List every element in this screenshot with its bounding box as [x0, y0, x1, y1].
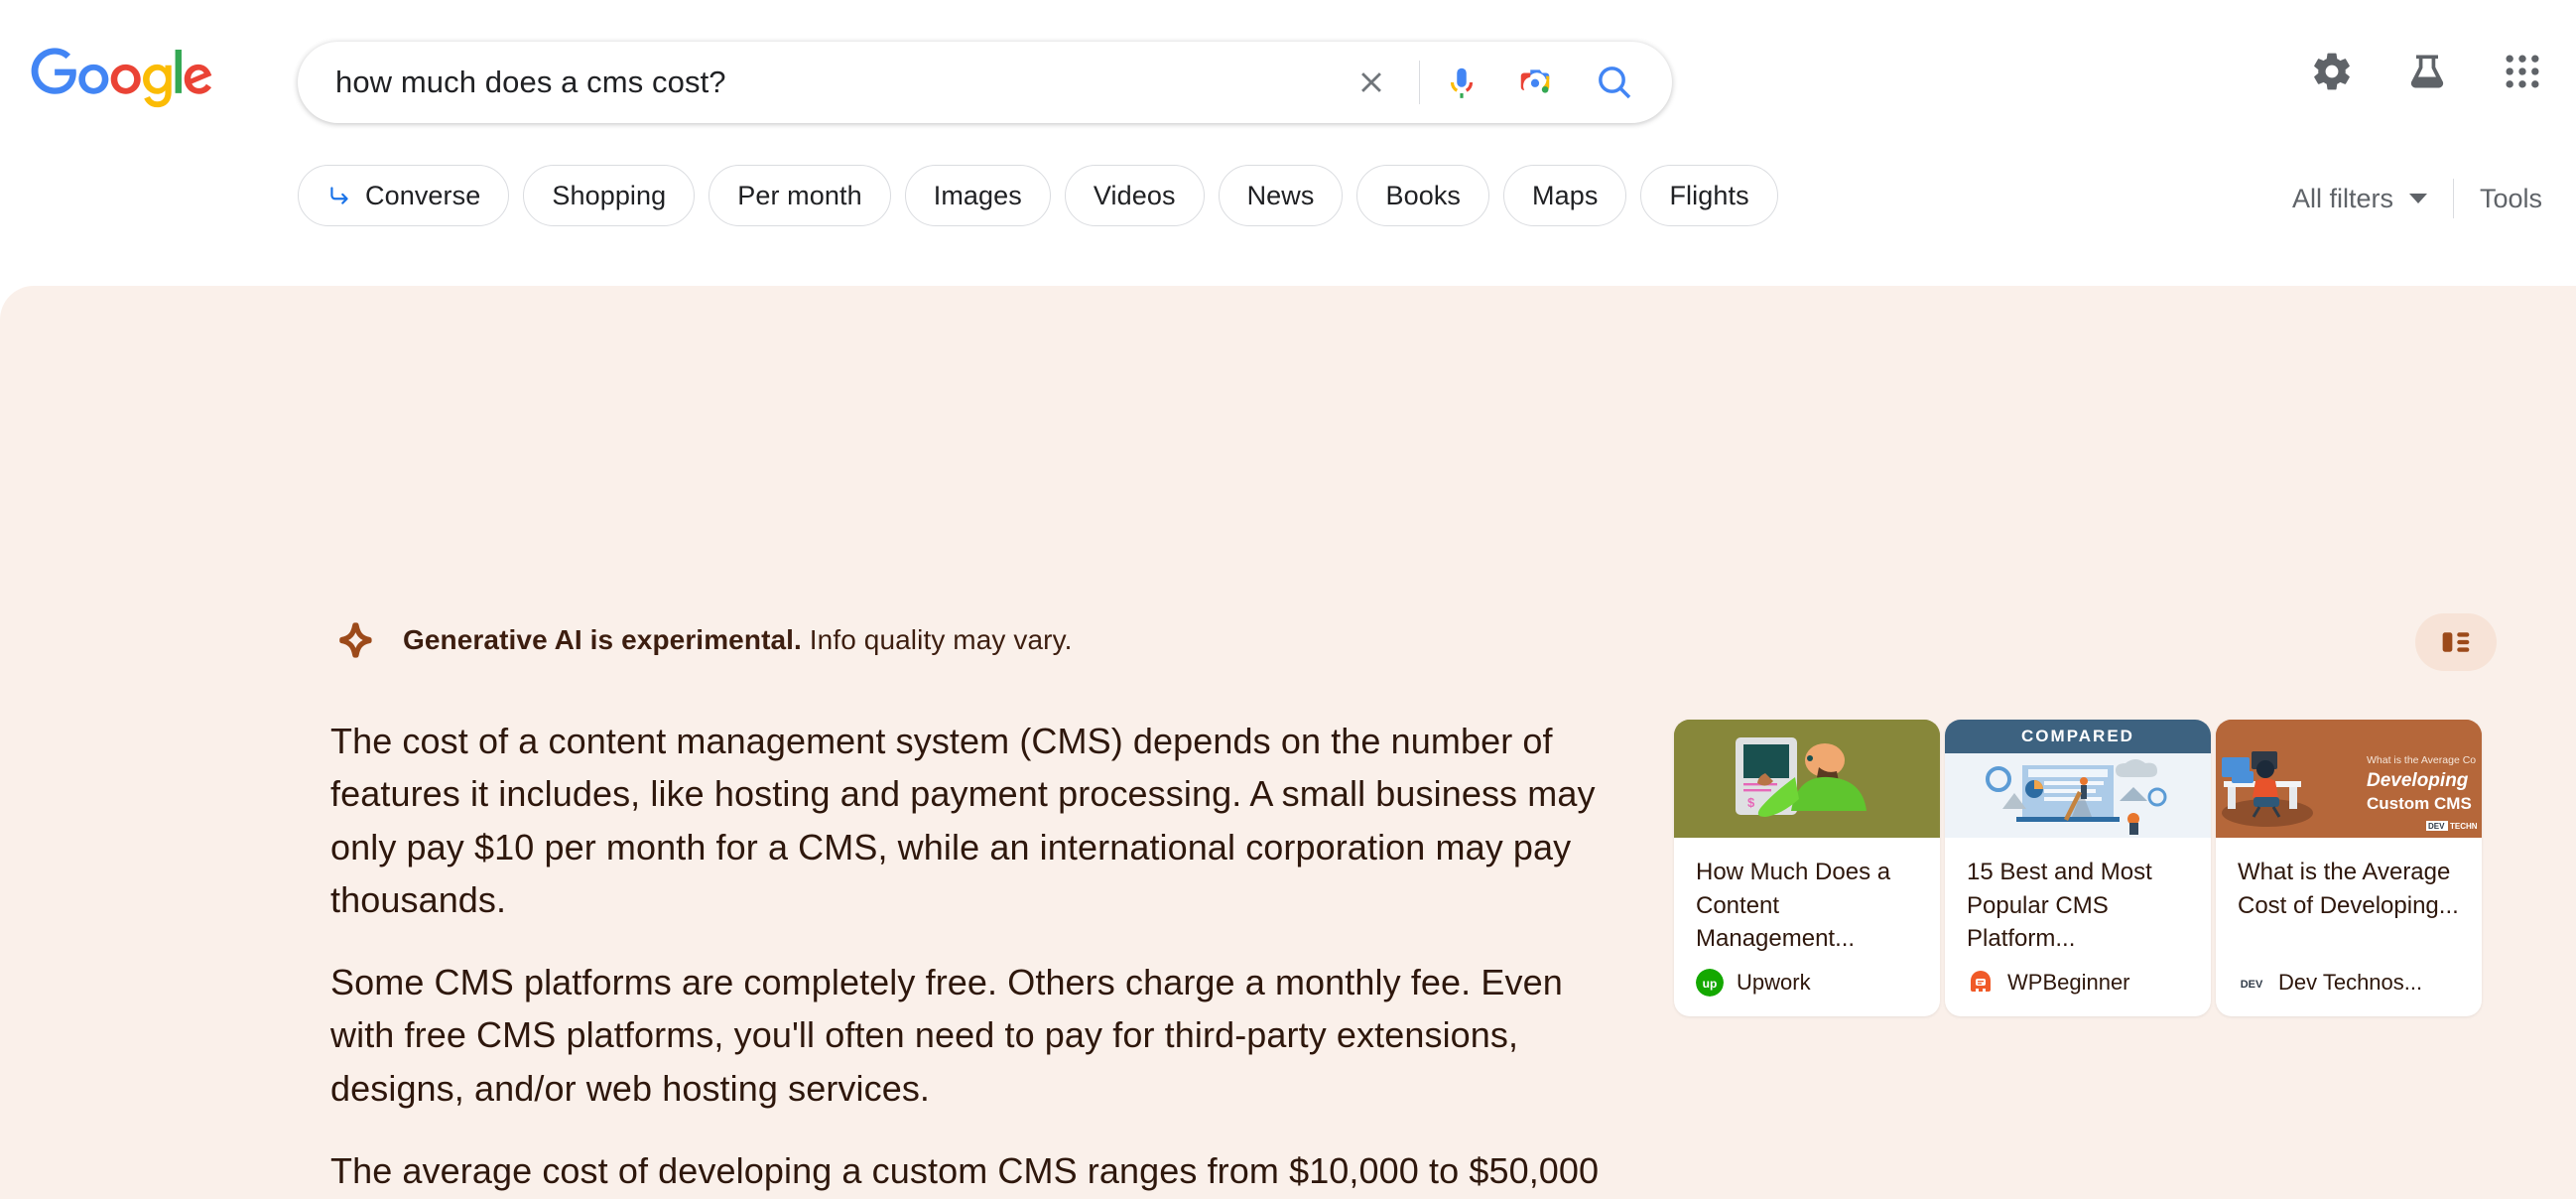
- card-source-name: Upwork: [1737, 970, 1811, 996]
- card-body: What is the Average Cost of Developing..…: [2216, 838, 2482, 1016]
- card-source-name: Dev Technos...: [2278, 970, 2422, 996]
- card-title: How Much Does a Content Management...: [1696, 856, 1918, 955]
- ai-answer-body: The cost of a content management system …: [330, 715, 1620, 1199]
- google-lens-icon[interactable]: [1507, 55, 1563, 110]
- tab-label: Per month: [737, 181, 861, 211]
- notice-light: Info quality may vary.: [802, 624, 1073, 655]
- tab-videos[interactable]: Videos: [1065, 165, 1205, 226]
- source-card[interactable]: What is the Average Co Developing Custom…: [2216, 720, 2482, 1016]
- lab-flask-icon[interactable]: [2401, 46, 2453, 97]
- close-icon[interactable]: [1344, 55, 1399, 110]
- answer-paragraph: The cost of a content management system …: [330, 715, 1620, 926]
- apps-grid-icon[interactable]: [2497, 46, 2548, 97]
- card-thumbnail: What is the Average Co Developing Custom…: [2216, 720, 2482, 838]
- svg-text:$: $: [1747, 795, 1755, 810]
- card-source-name: WPBeginner: [2007, 970, 2130, 996]
- generative-ai-panel: Generative AI is experimental. Info qual…: [0, 286, 2576, 1199]
- google-search-page: Converse Shopping Per month Images Video…: [0, 0, 2576, 1199]
- card-title: 15 Best and Most Popular CMS Platform...: [1967, 856, 2189, 955]
- source-cards: $ How Much Does a Content Management...: [1674, 720, 2482, 1016]
- tab-label: Books: [1385, 181, 1461, 211]
- card-thumbnail: COMPARED: [1945, 720, 2211, 838]
- devtechnosys-logo-icon: DEV: [2238, 969, 2265, 997]
- google-logo[interactable]: [30, 48, 214, 109]
- tab-maps[interactable]: Maps: [1503, 165, 1626, 226]
- microphone-icon[interactable]: [1434, 55, 1489, 110]
- search-divider: [1419, 61, 1420, 104]
- sparkle-icon: [332, 616, 380, 664]
- svg-text:Developing: Developing: [2367, 770, 2469, 791]
- svg-text:Custom CMS: Custom CMS: [2367, 794, 2472, 813]
- source-card[interactable]: COMPARED: [1945, 720, 2211, 1016]
- tab-label: Shopping: [552, 181, 666, 211]
- svg-text:DEV: DEV: [2241, 979, 2263, 991]
- header-actions: [2306, 46, 2548, 97]
- answer-paragraph: The average cost of developing a custom …: [330, 1144, 1620, 1199]
- svg-text:What is the Average Co: What is the Average Co: [2367, 754, 2476, 766]
- card-title: What is the Average Cost of Developing..…: [2238, 856, 2460, 955]
- tab-label: Images: [934, 181, 1022, 211]
- layout-toggle-icon[interactable]: [2415, 613, 2497, 671]
- search-input[interactable]: [298, 65, 1344, 100]
- tab-label: Converse: [365, 181, 480, 211]
- tab-flights[interactable]: Flights: [1640, 165, 1777, 226]
- generative-ai-notice: Generative AI is experimental. Info qual…: [332, 616, 1072, 664]
- chevron-down-icon: [2409, 194, 2427, 203]
- tab-books[interactable]: Books: [1356, 165, 1489, 226]
- upwork-logo-icon: up: [1696, 969, 1724, 997]
- svg-text:DEV: DEV: [2428, 822, 2445, 831]
- svg-text:up: up: [1703, 977, 1718, 991]
- tab-label: Videos: [1094, 181, 1176, 211]
- all-filters-button[interactable]: All filters: [2292, 184, 2427, 214]
- wpbeginner-logo-icon: [1967, 969, 1995, 997]
- gear-icon[interactable]: [2306, 46, 2358, 97]
- search-icon[interactable]: [1587, 55, 1642, 110]
- source-card[interactable]: $ How Much Does a Content Management...: [1674, 720, 1940, 1016]
- tools-button[interactable]: Tools: [2480, 184, 2542, 214]
- tab-images[interactable]: Images: [905, 165, 1051, 226]
- all-filters-label: All filters: [2292, 184, 2393, 214]
- svg-text:TECHN: TECHN: [2450, 822, 2478, 831]
- card-body: How Much Does a Content Management... up…: [1674, 838, 1940, 1016]
- tab-label: Maps: [1532, 181, 1598, 211]
- card-body: 15 Best and Most Popular CMS Platform...…: [1945, 838, 2211, 1016]
- converse-arrow-icon: [326, 183, 352, 208]
- tab-shopping[interactable]: Shopping: [523, 165, 695, 226]
- tab-news[interactable]: News: [1219, 165, 1344, 226]
- card-source: WPBeginner: [1967, 969, 2189, 997]
- card-thumbnail: $: [1674, 720, 1940, 838]
- search-filter-tabs: Converse Shopping Per month Images Video…: [298, 165, 1778, 226]
- toolbar-divider: [2453, 179, 2454, 218]
- tab-per-month[interactable]: Per month: [708, 165, 890, 226]
- search-box[interactable]: [298, 42, 1672, 123]
- tab-label: News: [1247, 181, 1315, 211]
- search-header: Converse Shopping Per month Images Video…: [0, 0, 2576, 286]
- answer-paragraph: Some CMS platforms are completely free. …: [330, 956, 1620, 1115]
- notice-text: Generative AI is experimental. Info qual…: [403, 624, 1072, 656]
- notice-bold: Generative AI is experimental.: [403, 624, 802, 655]
- tab-converse[interactable]: Converse: [298, 165, 509, 226]
- filters-tools: All filters Tools: [2292, 179, 2542, 218]
- card-source: DEV Dev Technos...: [2238, 969, 2460, 997]
- card-source: up Upwork: [1696, 969, 1918, 997]
- tab-label: Flights: [1669, 181, 1748, 211]
